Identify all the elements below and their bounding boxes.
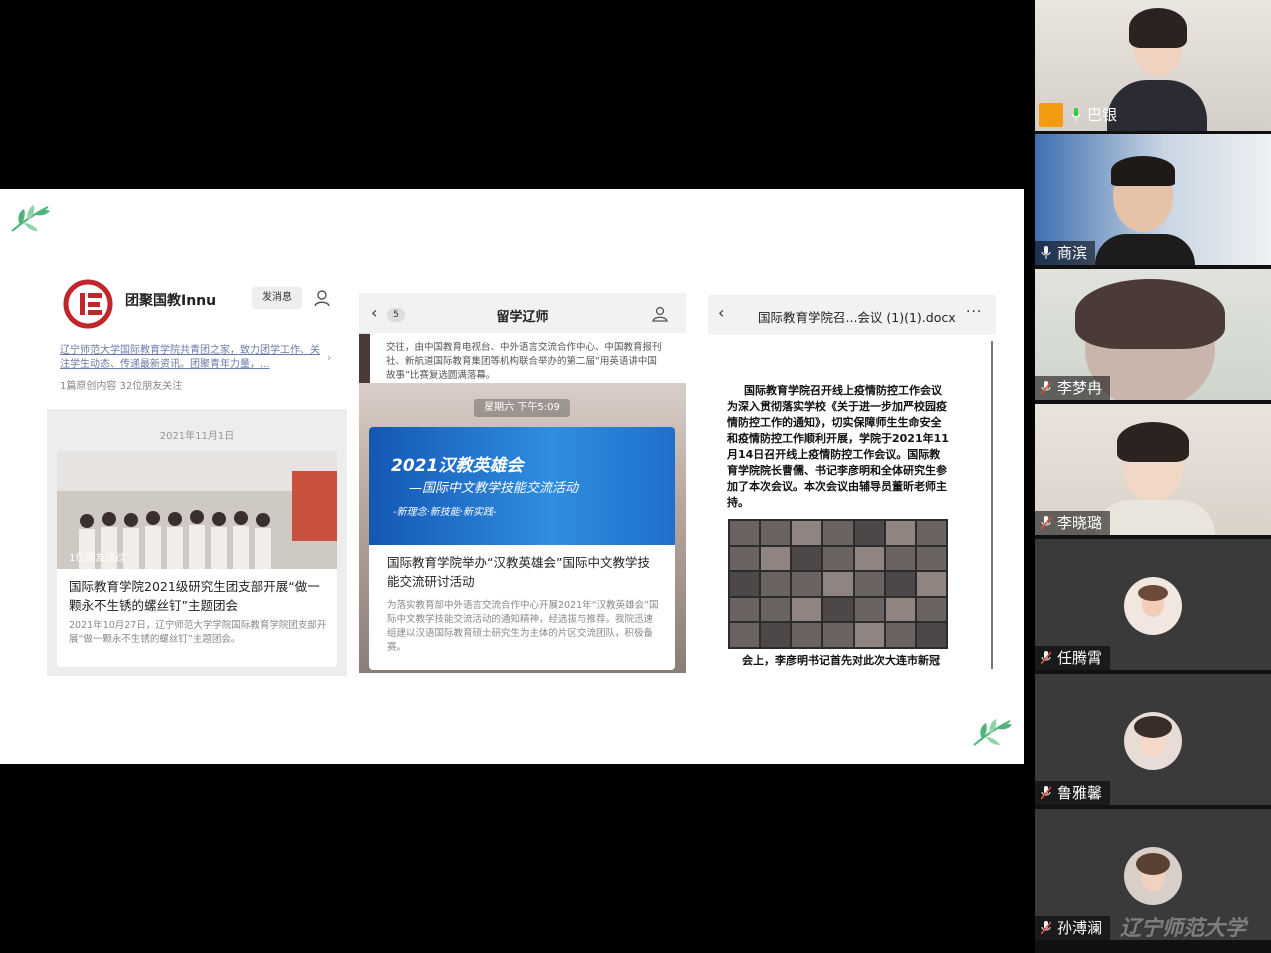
meeting-screenshot-image [728, 519, 948, 649]
participant-tile[interactable]: 李梦冉 [1035, 269, 1271, 400]
article-summary: 为落实教育部中外语言交流合作中心开展2021年“汉教英雄会”国际中文教学技能交流… [387, 600, 659, 653]
article-feed: 2021年11月1日 1位朋友读过 国际教育学院2021级研究生团支部开展“做一… [47, 409, 347, 676]
friends-read-label: 1位朋友读过 [69, 553, 126, 564]
microphone-muted-icon [1041, 786, 1051, 800]
document-viewer-panel: ‹ 国际教育学院召...会议 (1)(1).docx ··· 国际教育学院召开线… [708, 295, 996, 670]
chat-title: 留学辽师 [496, 310, 549, 325]
shared-screen-area: 团聚国教Innu 发消息 辽宁师范大学国际教育学院共青团之家，致力团学工作、关注… [0, 0, 1030, 953]
account-description[interactable]: 辽宁师范大学国际教育学院共青团之家，致力团学工作、关注学生动态、传递最新资讯。团… [60, 344, 322, 372]
participant-tile[interactable]: 李晓璐 [1035, 404, 1271, 535]
microphone-muted-icon [1041, 381, 1051, 395]
previous-message: 交往，由中国教育电视台、中外语言交流合作中心、中国教育报刊社、新航道国际教育集团… [370, 333, 686, 383]
previous-message-text: 交往，由中国教育电视台、中外语言交流合作中心、中国教育报刊社、新航道国际教育集团… [386, 342, 662, 381]
article-title[interactable]: 国际教育学院举办“汉教英雄会”国际中文教学技能交流研讨活动 [387, 553, 662, 591]
profile-icon[interactable] [651, 305, 669, 323]
microphone-icon [1071, 108, 1081, 121]
host-badge-icon [1039, 103, 1063, 127]
send-message-button[interactable]: 发消息 [252, 287, 302, 309]
more-options-icon[interactable]: ··· [966, 304, 982, 320]
microphone-icon [1041, 246, 1051, 259]
participant-video-sidebar: 巴银 商滨 李梦冉 李晓璐 任腾霄 鲁雅馨 孙溥澜 [1035, 0, 1271, 953]
leaf-decoration-icon [11, 205, 50, 232]
participant-avatar [1124, 577, 1182, 635]
university-watermark: 辽宁师范大学 [1120, 916, 1246, 940]
participant-avatar [1124, 847, 1182, 905]
article-summary: 2021年10月27日，辽宁师范大学学院国际教育学院团支部开展“做一颗永不生锈的… [69, 620, 327, 645]
user-add-icon[interactable] [312, 287, 334, 309]
microphone-muted-icon [1041, 921, 1051, 935]
banner-title: 2021汉教英雄会 [391, 456, 524, 476]
banner-tagline: -新理念·新技能·新实践- [393, 507, 497, 518]
document-title: 国际教育学院召开线上疫情防控工作会议 [744, 384, 942, 397]
account-name: 团聚国教Innu [125, 293, 217, 309]
leaf-decoration-icon [973, 719, 1012, 746]
presentation-slide: 团聚国教Innu 发消息 辽宁师范大学国际教育学院共青团之家，致力团学工作、关注… [0, 189, 1024, 764]
participant-name-label: 巴银 [1065, 103, 1125, 127]
chat-nav-bar: ‹ 5 留学辽师 [359, 293, 686, 334]
participant-name-label: 李梦冉 [1035, 376, 1111, 400]
document-footer-text: 会上，李彦明书记首先对此次大连市新冠 [742, 654, 940, 667]
participant-name-label: 孙溥澜 [1035, 916, 1111, 940]
participant-name-label: 任腾霄 [1035, 646, 1111, 670]
microphone-muted-icon [1041, 651, 1051, 665]
document-scrollbar[interactable] [991, 341, 993, 669]
article-banner: 2021汉教英雄会 —国际中文教学技能交流活动 -新理念·新技能·新实践- [369, 427, 675, 545]
participant-tile[interactable]: 鲁雅馨 [1035, 674, 1271, 805]
chevron-right-icon[interactable]: › [327, 351, 331, 364]
wechat-account-panel: 团聚国教Innu 发消息 辽宁师范大学国际教育学院共青团之家，致力团学工作、关注… [47, 279, 347, 676]
shared-article-card[interactable]: 2021汉教英雄会 —国际中文教学技能交流活动 -新理念·新技能·新实践- 国际… [369, 427, 675, 670]
participant-name-label: 商滨 [1035, 241, 1096, 265]
banner-subtitle: —国际中文教学技能交流活动 [409, 481, 579, 496]
participant-name-label: 李晓璐 [1035, 511, 1111, 535]
microphone-muted-icon [1041, 516, 1051, 530]
account-logo-icon [63, 279, 113, 329]
feed-date: 2021年11月1日 [159, 431, 235, 442]
participant-tile[interactable]: 任腾霄 [1035, 539, 1271, 670]
participant-name-label: 鲁雅馨 [1035, 781, 1111, 805]
document-body: 为深入贯彻落实学校《关于进一步加严校园疫情防控工作的通知》，切实保障师生生命安全… [727, 400, 949, 509]
document-filename: 国际教育学院召...会议 (1)(1).docx [758, 310, 956, 325]
participant-tile[interactable]: 巴银 [1035, 0, 1271, 131]
participant-tile[interactable]: 商滨 [1035, 134, 1271, 265]
account-stats: 1篇原创内容 32位朋友关注 [60, 381, 183, 392]
article-card[interactable]: 1位朋友读过 国际教育学院2021级研究生团支部开展“做一颗永不生锈的螺丝钉”主… [57, 451, 337, 667]
back-arrow-icon[interactable]: ‹ [718, 303, 724, 322]
account-header: 团聚国教Innu 发消息 辽宁师范大学国际教育学院共青团之家，致力团学工作、关注… [47, 279, 347, 399]
participant-avatar [1124, 712, 1182, 770]
document-nav-bar: ‹ 国际教育学院召...会议 (1)(1).docx ··· [708, 295, 996, 335]
article-title[interactable]: 国际教育学院2021级研究生团支部开展“做一颗永不生锈的螺丝钉”主题团会 [69, 577, 327, 615]
wechat-chat-panel: ‹ 5 留学辽师 交往，由中国教育电视台、中外语言交流合作中心、中国教育报刊社、… [359, 293, 686, 673]
message-timestamp: 星期六 下午5:09 [474, 399, 570, 417]
